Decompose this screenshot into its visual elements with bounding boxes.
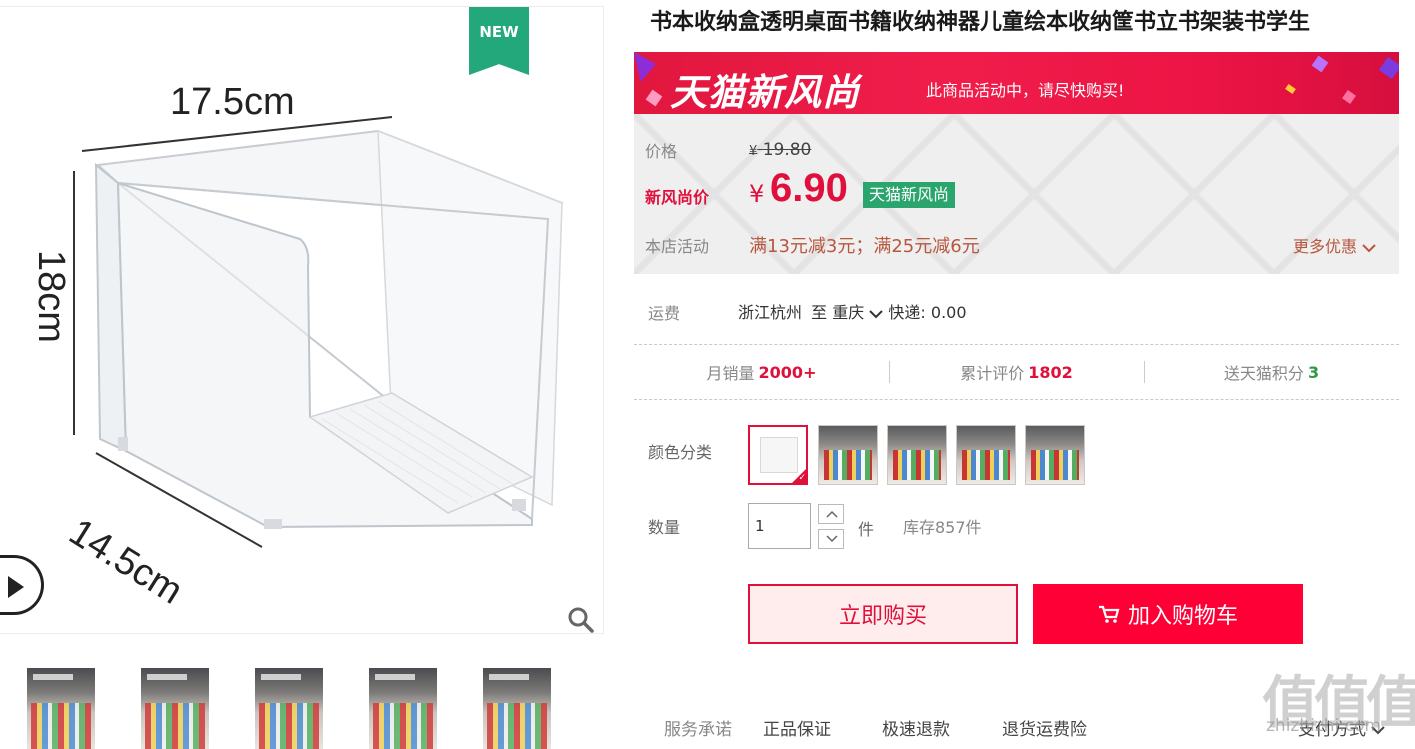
monthly-sales-value: 2000+ [758,362,817,382]
original-currency: ¥ [749,144,758,159]
product-title: 书本收纳盒透明桌面书籍收纳神器儿童绘本收纳筐书立书架装书学生 [650,10,1311,35]
banner-decoration [634,52,656,82]
color-swatch-books-4[interactable] [1025,425,1085,485]
cart-icon [1098,605,1120,623]
thumbnail-5[interactable] [483,668,551,749]
promo-label: 本店活动 [645,237,710,256]
promo-message: 此商品活动中，请尽快购买! [926,81,1125,100]
chevron-down-icon [1362,243,1376,252]
promo-detail: 满13元减3元；满25元减6元 [749,236,980,257]
zoom-icon[interactable] [568,607,594,633]
divider [634,399,1399,400]
color-swatch-books-3[interactable] [956,425,1016,485]
sale-currency: ¥ [749,180,765,208]
banner-decoration [1342,90,1356,104]
service-item-genuine[interactable]: 正品保证 [763,715,831,740]
banner-decoration [645,89,663,107]
banner-decoration [1311,55,1329,73]
watermark-site: zhizhizhi.com [1266,716,1381,736]
thumbnail-2[interactable] [141,668,209,749]
stock-count: 库存857件 [903,518,982,537]
shipping-info: 浙江杭州 至 重庆 快递: 0.00 [738,299,967,323]
chevron-down-icon [869,309,884,318]
thumbnail-strip [0,668,604,749]
shipping-method: 快递: 0.00 [888,303,967,322]
quantity-decrease-button[interactable] [818,529,844,549]
height-dimension-label: 18cm [29,250,72,343]
color-swatch-clear-box[interactable]: ✓ [748,425,808,485]
thumbnail-3[interactable] [255,668,323,749]
thumbnail-4[interactable] [369,668,437,749]
color-swatch-books-2[interactable] [887,425,947,485]
review-count-value: 1802 [1028,362,1073,382]
original-price-value: 19.80 [762,140,812,160]
original-price: ¥ 19.80 [749,140,811,160]
service-item-fast-refund[interactable]: 极速退款 [882,715,950,740]
tmall-brand-text: 天猫新风尚 [670,71,860,114]
sale-price: 6.90 [770,166,848,210]
monthly-sales: 月销量 2000+ [634,346,889,398]
review-count-label: 累计评价 [960,364,1025,383]
quantity-increase-button[interactable] [818,504,844,524]
shipping-destination: 重庆 [832,303,865,322]
quantity-label: 数量 [648,518,681,537]
width-dimension-label: 17.5cm [170,81,295,123]
more-deals-link[interactable]: 更多优惠 [1293,233,1376,257]
tmall-points: 送天猫积分 3 [1144,346,1399,398]
quantity-unit: 件 [858,520,875,539]
add-to-cart-button[interactable]: 加入购物车 [1033,584,1303,644]
more-deals-label: 更多优惠 [1293,237,1358,256]
thumbnail-1[interactable] [27,668,95,749]
destination-selector[interactable]: 重庆 [832,303,888,322]
sales-stats: 月销量 2000+ 累计评价 1802 送天猫积分 3 [634,346,1399,398]
shipping-to: 至 [811,303,828,322]
service-label: 服务承诺 [664,720,732,740]
buy-now-button[interactable]: 立即购买 [748,584,1018,644]
service-item-return-insurance[interactable]: 退货运费险 [1002,715,1087,740]
chevron-up-icon [826,510,838,518]
shipping-origin: 浙江杭州 [738,303,803,322]
product-main-image[interactable]: NEW 17.5cm 18cm 14.5cm [0,6,604,634]
color-option-label: 颜色分类 [648,443,713,462]
banner-decoration [1285,83,1296,95]
divider [634,344,1399,345]
quantity-input[interactable] [748,503,811,549]
tmall-points-value: 3 [1307,362,1320,382]
tmall-points-label: 送天猫积分 [1223,364,1304,383]
price-panel: 价格 ¥ 19.80 新风尚价 ¥ 6.90 天猫新风尚 本店活动 满13元减3… [634,114,1399,274]
review-count[interactable]: 累计评价 1802 [889,346,1144,398]
site-watermark: 值值值 zhizhizhi.com [1262,658,1415,748]
color-swatch-books-1[interactable] [818,425,878,485]
clear-box-image [760,437,798,473]
sale-badge: 天猫新风尚 [863,182,956,208]
banner-decoration [1378,56,1399,80]
monthly-sales-label: 月销量 [706,364,755,383]
chevron-down-icon [826,535,838,543]
price-label: 价格 [645,142,678,161]
promo-banner: 天猫新风尚 此商品活动中，请尽快购买! [634,52,1399,114]
sale-price-label: 新风尚价 [645,188,710,207]
add-to-cart-label: 加入购物车 [1127,604,1238,629]
shipping-label: 运费 [648,304,681,323]
